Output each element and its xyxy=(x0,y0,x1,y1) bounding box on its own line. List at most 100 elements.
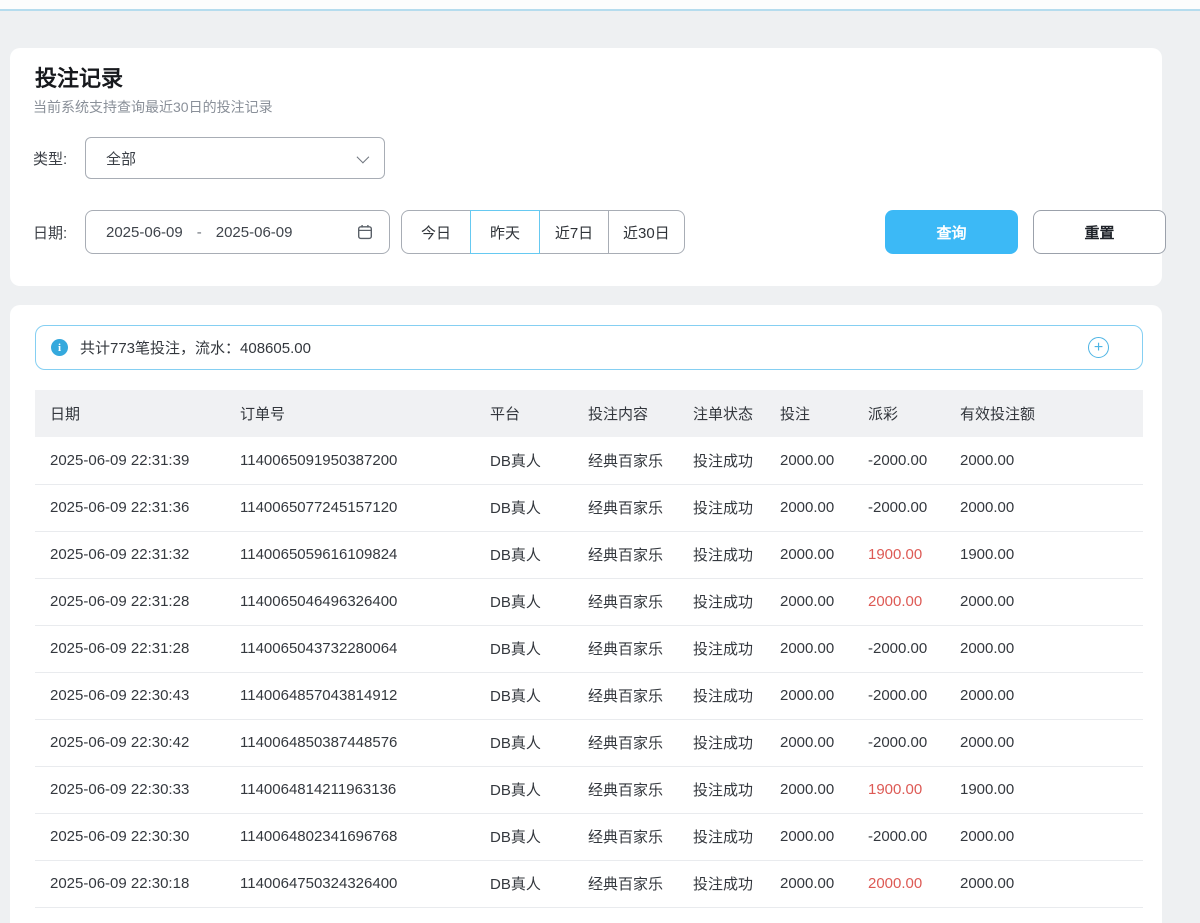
date-range-picker[interactable]: 2025-06-09 - 2025-06-09 xyxy=(85,210,390,254)
cell-date: 2025-06-09 22:30:33 xyxy=(35,766,225,813)
column-header-order-no: 订单号 xyxy=(225,390,475,437)
table-row: 2025-06-09 22:31:321140065059616109824DB… xyxy=(35,531,1143,578)
top-strip xyxy=(0,0,1200,9)
cell-platform: DB真人 xyxy=(475,625,573,672)
cell-status: 投注成功 xyxy=(678,813,765,860)
table-body: 2025-06-09 22:31:391140065091950387200DB… xyxy=(35,437,1143,907)
cell-bet: 2000.00 xyxy=(765,625,853,672)
cell-status: 投注成功 xyxy=(678,672,765,719)
cell-valid-bet: 2000.00 xyxy=(945,813,1143,860)
cell-content: 经典百家乐 xyxy=(573,437,678,484)
cell-date: 2025-06-09 22:31:28 xyxy=(35,578,225,625)
cell-status: 投注成功 xyxy=(678,766,765,813)
page-title: 投注记录 xyxy=(35,61,123,93)
cell-date: 2025-06-09 22:30:18 xyxy=(35,860,225,907)
cell-bet: 2000.00 xyxy=(765,531,853,578)
cell-valid-bet: 2000.00 xyxy=(945,484,1143,531)
cell-content: 经典百家乐 xyxy=(573,860,678,907)
cell-payout: 2000.00 xyxy=(853,578,945,625)
results-panel: i 共计773笔投注，流水：408605.00 + 日期订单号平台投注内容注单状… xyxy=(10,305,1162,923)
date-label: 日期: xyxy=(33,222,85,243)
cell-order-no: 1140064802341696768 xyxy=(225,813,475,860)
cell-payout: -2000.00 xyxy=(853,813,945,860)
cell-platform: DB真人 xyxy=(475,578,573,625)
date-filter-row: 日期: 2025-06-09 - 2025-06-09 今日昨天近7日近30日 … xyxy=(33,210,1143,254)
cell-bet: 2000.00 xyxy=(765,719,853,766)
cell-bet: 2000.00 xyxy=(765,860,853,907)
cell-content: 经典百家乐 xyxy=(573,813,678,860)
date-start-value: 2025-06-09 xyxy=(106,224,183,241)
table-header-row: 日期订单号平台投注内容注单状态投注派彩有效投注额 xyxy=(35,390,1143,437)
cell-bet: 2000.00 xyxy=(765,766,853,813)
cell-order-no: 1140065091950387200 xyxy=(225,437,475,484)
bet-records-table: 日期订单号平台投注内容注单状态投注派彩有效投注额 2025-06-09 22:3… xyxy=(35,390,1143,908)
cell-valid-bet: 2000.00 xyxy=(945,672,1143,719)
cell-date: 2025-06-09 22:31:32 xyxy=(35,531,225,578)
column-header-date: 日期 xyxy=(35,390,225,437)
cell-content: 经典百家乐 xyxy=(573,672,678,719)
quick-range-yesterday[interactable]: 昨天 xyxy=(470,210,540,254)
circle-plus-icon[interactable]: + xyxy=(1088,337,1109,358)
cell-order-no: 1140065059616109824 xyxy=(225,531,475,578)
cell-order-no: 1140064814211963136 xyxy=(225,766,475,813)
cell-payout: 1900.00 xyxy=(853,766,945,813)
table-row: 2025-06-09 22:31:281140065043732280064DB… xyxy=(35,625,1143,672)
cell-content: 经典百家乐 xyxy=(573,484,678,531)
cell-bet: 2000.00 xyxy=(765,672,853,719)
cell-payout: -2000.00 xyxy=(853,437,945,484)
cell-date: 2025-06-09 22:31:39 xyxy=(35,437,225,484)
cell-bet: 2000.00 xyxy=(765,813,853,860)
cell-platform: DB真人 xyxy=(475,484,573,531)
summary-bar: i 共计773笔投注，流水：408605.00 + xyxy=(35,325,1143,370)
table-row: 2025-06-09 22:30:431140064857043814912DB… xyxy=(35,672,1143,719)
cell-status: 投注成功 xyxy=(678,625,765,672)
filter-panel: 投注记录 当前系统支持查询最近30日的投注记录 类型: 全部 日期: 2025-… xyxy=(10,48,1162,286)
cell-valid-bet: 2000.00 xyxy=(945,719,1143,766)
cell-bet: 2000.00 xyxy=(765,437,853,484)
table-row: 2025-06-09 22:30:301140064802341696768DB… xyxy=(35,813,1143,860)
query-button[interactable]: 查询 xyxy=(885,210,1018,254)
cell-content: 经典百家乐 xyxy=(573,766,678,813)
cell-status: 投注成功 xyxy=(678,437,765,484)
cell-content: 经典百家乐 xyxy=(573,531,678,578)
cell-platform: DB真人 xyxy=(475,672,573,719)
cell-platform: DB真人 xyxy=(475,766,573,813)
cell-payout: -2000.00 xyxy=(853,484,945,531)
cell-order-no: 1140065043732280064 xyxy=(225,625,475,672)
cell-content: 经典百家乐 xyxy=(573,719,678,766)
cell-valid-bet: 2000.00 xyxy=(945,625,1143,672)
cell-payout: -2000.00 xyxy=(853,625,945,672)
cell-status: 投注成功 xyxy=(678,578,765,625)
chevron-down-icon xyxy=(357,150,370,163)
table-row: 2025-06-09 22:30:331140064814211963136DB… xyxy=(35,766,1143,813)
cell-date: 2025-06-09 22:31:28 xyxy=(35,625,225,672)
cell-bet: 2000.00 xyxy=(765,484,853,531)
quick-range-last30days[interactable]: 近30日 xyxy=(608,210,685,254)
column-header-content: 投注内容 xyxy=(573,390,678,437)
cell-date: 2025-06-09 22:31:36 xyxy=(35,484,225,531)
column-header-valid-bet: 有效投注额 xyxy=(945,390,1143,437)
date-range-separator: - xyxy=(197,224,202,241)
type-label: 类型: xyxy=(33,148,85,169)
cell-valid-bet: 2000.00 xyxy=(945,437,1143,484)
quick-range-group: 今日昨天近7日近30日 xyxy=(401,210,685,254)
cell-bet: 2000.00 xyxy=(765,578,853,625)
cell-payout: -2000.00 xyxy=(853,719,945,766)
type-select[interactable]: 全部 xyxy=(85,137,385,179)
cell-valid-bet: 1900.00 xyxy=(945,766,1143,813)
cell-date: 2025-06-09 22:30:30 xyxy=(35,813,225,860)
cell-order-no: 1140064850387448576 xyxy=(225,719,475,766)
cell-payout: -2000.00 xyxy=(853,672,945,719)
calendar-icon xyxy=(357,224,373,240)
cell-valid-bet: 2000.00 xyxy=(945,578,1143,625)
table-row: 2025-06-09 22:30:181140064750324326400DB… xyxy=(35,860,1143,907)
cell-order-no: 1140065046496326400 xyxy=(225,578,475,625)
cell-platform: DB真人 xyxy=(475,437,573,484)
quick-range-last7days[interactable]: 近7日 xyxy=(539,210,609,254)
table-row: 2025-06-09 22:31:281140065046496326400DB… xyxy=(35,578,1143,625)
quick-range-today[interactable]: 今日 xyxy=(401,210,471,254)
cell-valid-bet: 2000.00 xyxy=(945,860,1143,907)
cell-payout: 2000.00 xyxy=(853,860,945,907)
cell-date: 2025-06-09 22:30:42 xyxy=(35,719,225,766)
reset-button[interactable]: 重置 xyxy=(1033,210,1166,254)
